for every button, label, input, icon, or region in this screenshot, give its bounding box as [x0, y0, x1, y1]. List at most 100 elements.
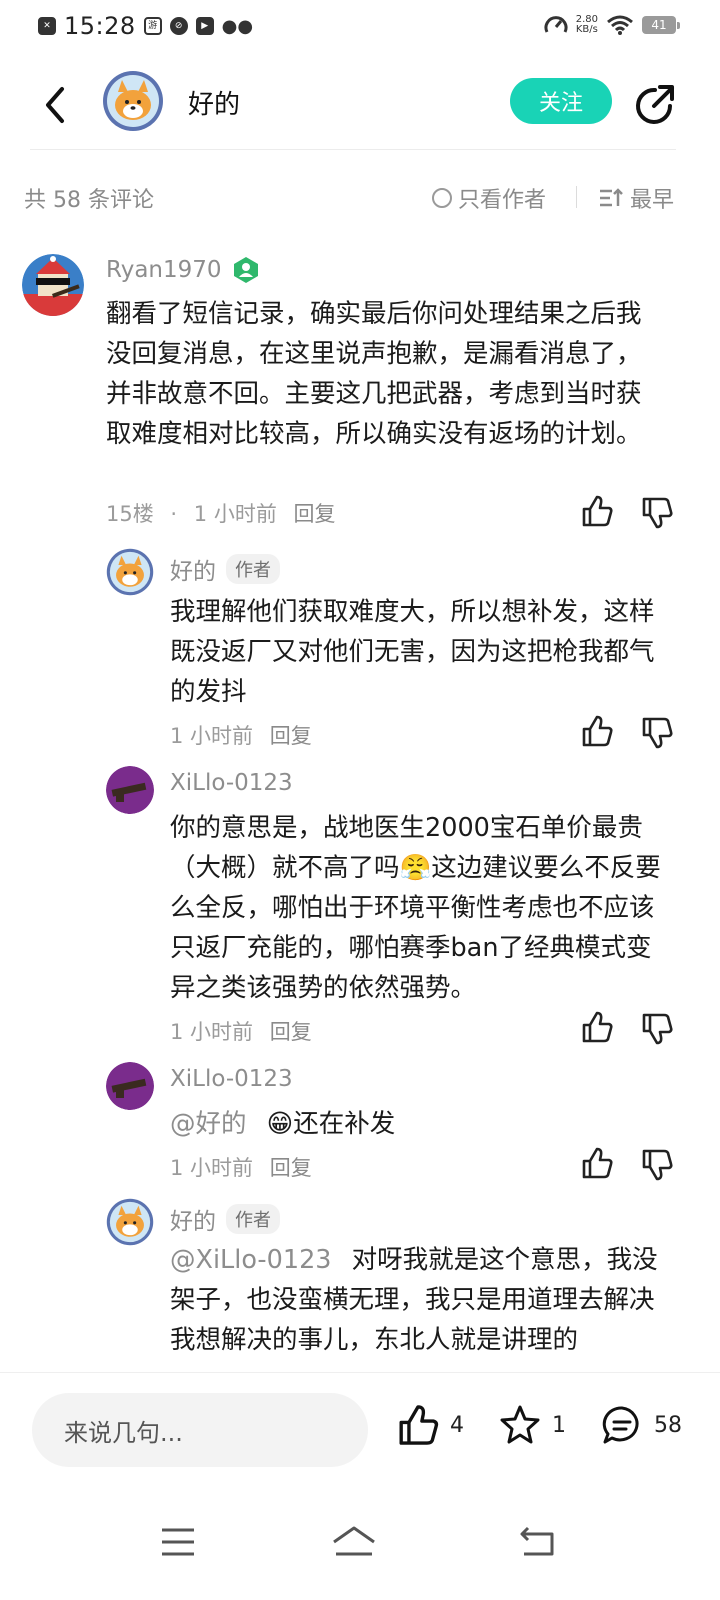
back-arrow-icon: [46, 87, 64, 123]
share-button[interactable]: [632, 82, 678, 128]
wifi-icon: [607, 15, 633, 35]
back-nav-icon[interactable]: [516, 1520, 560, 1564]
comments-button[interactable]: 58: [600, 1403, 682, 1447]
follow-button[interactable]: 关注: [510, 78, 612, 124]
radio-icon: [432, 188, 452, 208]
wechat-icon: ●●: [221, 15, 254, 37]
comment-input[interactable]: 来说几句...: [32, 1393, 368, 1467]
menu-icon[interactable]: [156, 1520, 200, 1564]
share-icon: [636, 85, 674, 124]
reply-text: @XiLlo-0123 对呀我就是这个意思，我没架子，也没蛮横无理，我只是用道理…: [170, 1240, 666, 1360]
username-text: XiLlo-0123: [170, 770, 293, 796]
reply-button[interactable]: 回复: [270, 724, 312, 748]
reply-meta: 1 小时前 回复: [170, 720, 312, 750]
reply-time: 1 小时前: [170, 1156, 254, 1180]
reply-item: 好的 作者 @XiLlo-0123 对呀我就是这个意思，我没架子，也没蛮横无理，…: [0, 1196, 720, 1372]
reply-body: 😁还在补发: [266, 1109, 396, 1139]
dislike-icon[interactable]: [640, 496, 674, 530]
reply-meta: 1 小时前 回复: [170, 1016, 312, 1046]
reply-username[interactable]: 好的 作者: [170, 552, 280, 586]
reply-time: 1 小时前: [170, 724, 254, 748]
like-count: 4: [450, 1412, 464, 1438]
top-header: 好的 关注: [0, 64, 720, 146]
meta-separator: ·: [170, 502, 178, 526]
back-button[interactable]: [30, 80, 80, 130]
reply-item: 好的 作者 我理解他们获取难度大，所以想补发，这样既没返厂又对他们无害，因为这把…: [0, 548, 720, 758]
reply-avatar[interactable]: [106, 548, 154, 596]
floor-number: 15楼: [106, 502, 154, 526]
speed-unit: KB/s: [575, 24, 598, 35]
mention-link[interactable]: @好的: [170, 1109, 247, 1139]
like-icon[interactable]: [580, 494, 614, 528]
author-avatar[interactable]: [102, 70, 164, 132]
mention-link[interactable]: @XiLlo-0123: [170, 1245, 332, 1275]
reply-item: XiLlo-0123 你的意思是，战地医生2000宝石单价最贵（大概）就不高了吗…: [0, 766, 720, 1056]
like-icon[interactable]: [580, 1146, 614, 1180]
reply-button[interactable]: 回复: [270, 1020, 312, 1044]
header-divider: [30, 149, 676, 150]
reply-username[interactable]: 好的 作者: [170, 1202, 280, 1236]
comment-count: 共 58 条评论: [24, 188, 154, 213]
sort-button[interactable]: 最早: [598, 182, 674, 214]
comment-total-count: 58: [654, 1412, 682, 1438]
comment-time: 1 小时前: [193, 502, 277, 526]
username-text: XiLlo-0123: [170, 1066, 293, 1092]
favorite-button[interactable]: 1: [498, 1403, 566, 1447]
author-tag: 作者: [226, 554, 280, 584]
reply-button[interactable]: 回复: [270, 1156, 312, 1180]
dislike-icon[interactable]: [640, 716, 674, 750]
dislike-icon[interactable]: [640, 1012, 674, 1046]
only-author-toggle[interactable]: 只看作者: [432, 182, 546, 214]
comment-item: Ryan1970 翻看了短信记录，确实最后你问处理结果之后我没回复消息，在这里说…: [0, 248, 720, 538]
reply-avatar[interactable]: [106, 766, 154, 814]
reply-avatar[interactable]: [106, 1198, 154, 1246]
network-speed: 2.80 KB/s: [576, 15, 598, 35]
star-icon: [500, 1405, 540, 1444]
status-bar: ✕ 15:28 游 ⊘ ▶ ●● 2.80 KB/s 41: [0, 0, 720, 56]
reply-meta: 1 小时前 回复: [170, 1152, 312, 1182]
like-icon[interactable]: [580, 1010, 614, 1044]
reply-text: 我理解他们获取难度大，所以想补发，这样既没返厂又对他们无害，因为这把枪我都气的发…: [170, 597, 655, 707]
reply-avatar[interactable]: [106, 1062, 154, 1110]
sort-label: 最早: [630, 188, 675, 213]
author-tag: 作者: [226, 1204, 280, 1234]
reply-button[interactable]: 回复: [294, 502, 336, 526]
favorite-count: 1: [552, 1412, 566, 1438]
video-app-icon: ▶: [195, 17, 214, 35]
comment-action-bar: 来说几句... 4 1 58: [0, 1372, 720, 1491]
comment-username[interactable]: Ryan1970: [106, 256, 260, 284]
divider: [576, 186, 577, 208]
thumbs-up-icon: [399, 1405, 439, 1445]
like-button[interactable]: 4: [396, 1403, 464, 1447]
status-time: 15:28: [64, 12, 136, 40]
game-center-icon: 游: [143, 17, 162, 35]
username-text: Ryan1970: [106, 257, 222, 283]
battery-indicator: 41: [642, 16, 680, 34]
username-text: 好的: [170, 1209, 216, 1235]
commenter-avatar[interactable]: [22, 254, 84, 316]
username-text: 好的: [170, 559, 216, 585]
page-title: 好的: [188, 90, 241, 120]
comment-text: 翻看了短信记录，确实最后你问处理结果之后我没回复消息，在这里说声抱歉，是漏看消息…: [106, 299, 642, 449]
close-box-icon: ✕: [38, 17, 56, 35]
dislike-icon[interactable]: [640, 1148, 674, 1182]
reply-username[interactable]: XiLlo-0123: [170, 770, 293, 796]
comment-meta: 15楼 · 1 小时前 回复: [106, 498, 336, 528]
reply-username[interactable]: XiLlo-0123: [170, 1066, 293, 1092]
comment-filter-row: 共 58 条评论 只看作者 最早: [0, 170, 720, 220]
like-icon[interactable]: [580, 714, 614, 748]
comment-bubble-icon: [602, 1406, 639, 1444]
reply-text: @好的 😁还在补发: [170, 1104, 666, 1144]
user-level-badge-icon: [233, 257, 258, 283]
speed-gauge-icon: [544, 16, 568, 33]
reply-item: XiLlo-0123 @好的 😁还在补发 1 小时前 回复: [0, 1062, 720, 1192]
comment-input-placeholder: 来说几句...: [64, 1418, 183, 1447]
reply-text: 你的意思是，战地医生2000宝石单价最贵（大概）就不高了吗😤这边建议要么不反要么…: [170, 813, 661, 1003]
status-right: 2.80 KB/s 41: [544, 14, 680, 36]
home-icon[interactable]: [330, 1520, 378, 1564]
only-author-label: 只看作者: [458, 188, 547, 213]
status-left: ✕ 15:28 游 ⊘ ▶ ●●: [38, 12, 253, 40]
swirl-app-icon: ⊘: [169, 17, 188, 35]
sort-icon: [600, 188, 623, 207]
reply-time: 1 小时前: [170, 1020, 254, 1044]
